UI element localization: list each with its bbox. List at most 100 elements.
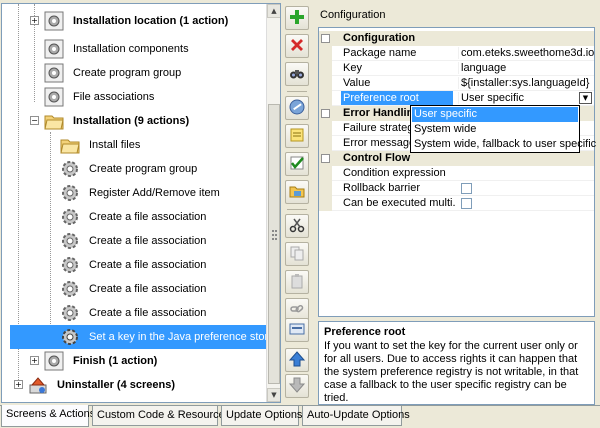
- chevron-down-icon[interactable]: ▼: [579, 92, 592, 104]
- configuration-heading: Configuration: [320, 9, 386, 21]
- folder-button[interactable]: [285, 180, 309, 204]
- add-button[interactable]: [285, 6, 309, 30]
- note-button[interactable]: [285, 124, 309, 148]
- folder-icon: [44, 111, 64, 131]
- tree-item-label: Create a file association: [89, 283, 207, 295]
- property-value[interactable]: language: [458, 62, 594, 74]
- tree-item-set-java-preference-key[interactable]: Set a key in the Java preference store: [10, 325, 274, 349]
- can-be-executed-checkbox[interactable]: [461, 198, 472, 209]
- property-value[interactable]: ${installer:sys.languageId}: [458, 77, 594, 89]
- scroll-up-arrow-icon[interactable]: ▲: [267, 4, 280, 18]
- tree-item-install-files[interactable]: Install files: [2, 133, 267, 157]
- help-text: If you want to set the key for the curre…: [324, 340, 579, 404]
- screen-gear-icon: [44, 11, 64, 31]
- dropdown-option-system-wide-fallback[interactable]: System wide, fallback to user specific: [412, 137, 596, 152]
- move-down-button[interactable]: [285, 374, 309, 398]
- expand-plus-icon[interactable]: +: [14, 380, 23, 389]
- row-gutter: [319, 181, 332, 196]
- dropdown-option-system-wide[interactable]: System wide: [412, 122, 578, 137]
- property-can-be-executed[interactable]: Can be executed multi...: [319, 196, 594, 211]
- check-button[interactable]: [285, 152, 309, 176]
- category-control-flow[interactable]: − Control Flow: [319, 151, 594, 166]
- folder-icon: [289, 183, 305, 202]
- find-button[interactable]: [285, 62, 309, 86]
- tree-item-finish[interactable]: + Finish (1 action): [2, 349, 267, 373]
- tab-screens-actions[interactable]: Screens & Actions: [1, 405, 95, 427]
- collapse-minus-icon[interactable]: −: [321, 109, 330, 118]
- scrollbar-thumb[interactable]: [268, 104, 280, 384]
- toolbar-separator: [287, 91, 307, 92]
- tree-item-file-association[interactable]: Create a file association: [2, 205, 267, 229]
- link-icon: [289, 301, 305, 320]
- screen-gear-icon: [44, 351, 64, 371]
- move-up-button[interactable]: [285, 348, 309, 372]
- collapse-minus-icon[interactable]: −: [321, 34, 330, 43]
- property-label: Condition expression: [343, 167, 446, 179]
- category-configuration[interactable]: − Configuration: [319, 31, 594, 46]
- tree-item-create-program-group[interactable]: Create program group: [2, 61, 267, 85]
- preference-root-dropdown[interactable]: User specific System wide System wide, f…: [410, 105, 596, 153]
- scroll-down-arrow-icon[interactable]: ▼: [267, 388, 280, 402]
- paste-button[interactable]: [285, 270, 309, 294]
- tab-auto-update-options[interactable]: Auto-Update Options: [302, 406, 410, 426]
- property-preference-root[interactable]: Preference root User specific ▼: [319, 91, 594, 106]
- tree-item-file-association[interactable]: Create a file association: [2, 229, 267, 253]
- property-value-row[interactable]: Value ${installer:sys.languageId}: [319, 76, 594, 91]
- tree-scrollbar[interactable]: ▲ ▼: [266, 4, 280, 402]
- edit-button[interactable]: [285, 96, 309, 120]
- tree-item-register-add-remove[interactable]: Register Add/Remove item: [2, 181, 267, 205]
- help-title: Preference root: [324, 326, 406, 338]
- row-gutter: [319, 76, 332, 91]
- category-label: Control Flow: [343, 152, 411, 164]
- tree-item-create-program-group-action[interactable]: Create program group: [2, 157, 267, 181]
- up-arrow-icon: [288, 350, 306, 370]
- row-gutter: [319, 121, 332, 136]
- row-gutter: [319, 61, 332, 76]
- tree-item-label: Create program group: [73, 67, 182, 79]
- action-gear-icon: [60, 231, 80, 251]
- property-condition-expression[interactable]: Condition expression: [319, 166, 594, 181]
- rollback-barrier-checkbox[interactable]: [461, 183, 472, 194]
- tree-item-installation-components[interactable]: Installation components: [2, 37, 267, 61]
- form-button[interactable]: [285, 318, 309, 342]
- tree-item-file-association[interactable]: Create a file association: [2, 253, 267, 277]
- property-value[interactable]: com.eteks.sweethome3d.io: [458, 47, 594, 59]
- tab-custom-code-resources[interactable]: Custom Code & Resources: [92, 406, 230, 426]
- copy-button[interactable]: [285, 242, 309, 266]
- tab-update-options[interactable]: Update Options: [221, 406, 302, 426]
- tree-item-installation[interactable]: − Installation (9 actions): [2, 109, 267, 133]
- cut-button[interactable]: [285, 214, 309, 238]
- expand-plus-icon[interactable]: +: [30, 16, 39, 25]
- tree-item-file-association[interactable]: Create a file association: [2, 277, 267, 301]
- collapse-minus-icon[interactable]: −: [30, 116, 39, 125]
- tree-item-file-association[interactable]: Create a file association: [2, 301, 267, 325]
- down-arrow-icon: [288, 377, 306, 396]
- action-gear-icon: [60, 303, 80, 323]
- collapse-minus-icon[interactable]: −: [321, 154, 330, 163]
- dropdown-option-user-specific[interactable]: User specific: [412, 107, 578, 122]
- delete-button[interactable]: [285, 34, 309, 58]
- tree-item-file-associations[interactable]: File associations: [2, 85, 267, 109]
- edit-icon: [289, 99, 305, 118]
- screen-gear-icon: [44, 39, 64, 59]
- preference-root-select[interactable]: User specific: [458, 92, 594, 104]
- property-grid[interactable]: − Configuration Package name com.eteks.s…: [318, 27, 595, 317]
- tree-item-installation-location[interactable]: + Installation location (1 action): [2, 9, 267, 33]
- splitter-grip[interactable]: [272, 230, 278, 242]
- delete-icon: [289, 37, 305, 56]
- property-label: Rollback barrier: [343, 182, 421, 194]
- tree-item-label: Create a file association: [89, 259, 207, 271]
- property-label: Preference root: [341, 91, 453, 105]
- row-gutter: [319, 166, 332, 181]
- tree-item-uninstaller[interactable]: + Uninstaller (4 screens): [2, 373, 267, 397]
- screen-gear-icon: [44, 87, 64, 107]
- row-gutter: [319, 136, 332, 151]
- tree-item-label: Installation location (1 action): [73, 15, 229, 27]
- expand-plus-icon[interactable]: +: [30, 356, 39, 365]
- tree-panel[interactable]: + Installation location (1 action) Insta…: [1, 3, 281, 403]
- check-icon: [289, 155, 305, 174]
- property-rollback-barrier[interactable]: Rollback barrier: [319, 181, 594, 196]
- property-package-name[interactable]: Package name com.eteks.sweethome3d.io: [319, 46, 594, 61]
- property-key[interactable]: Key language: [319, 61, 594, 76]
- vertical-toolbar: [284, 6, 310, 398]
